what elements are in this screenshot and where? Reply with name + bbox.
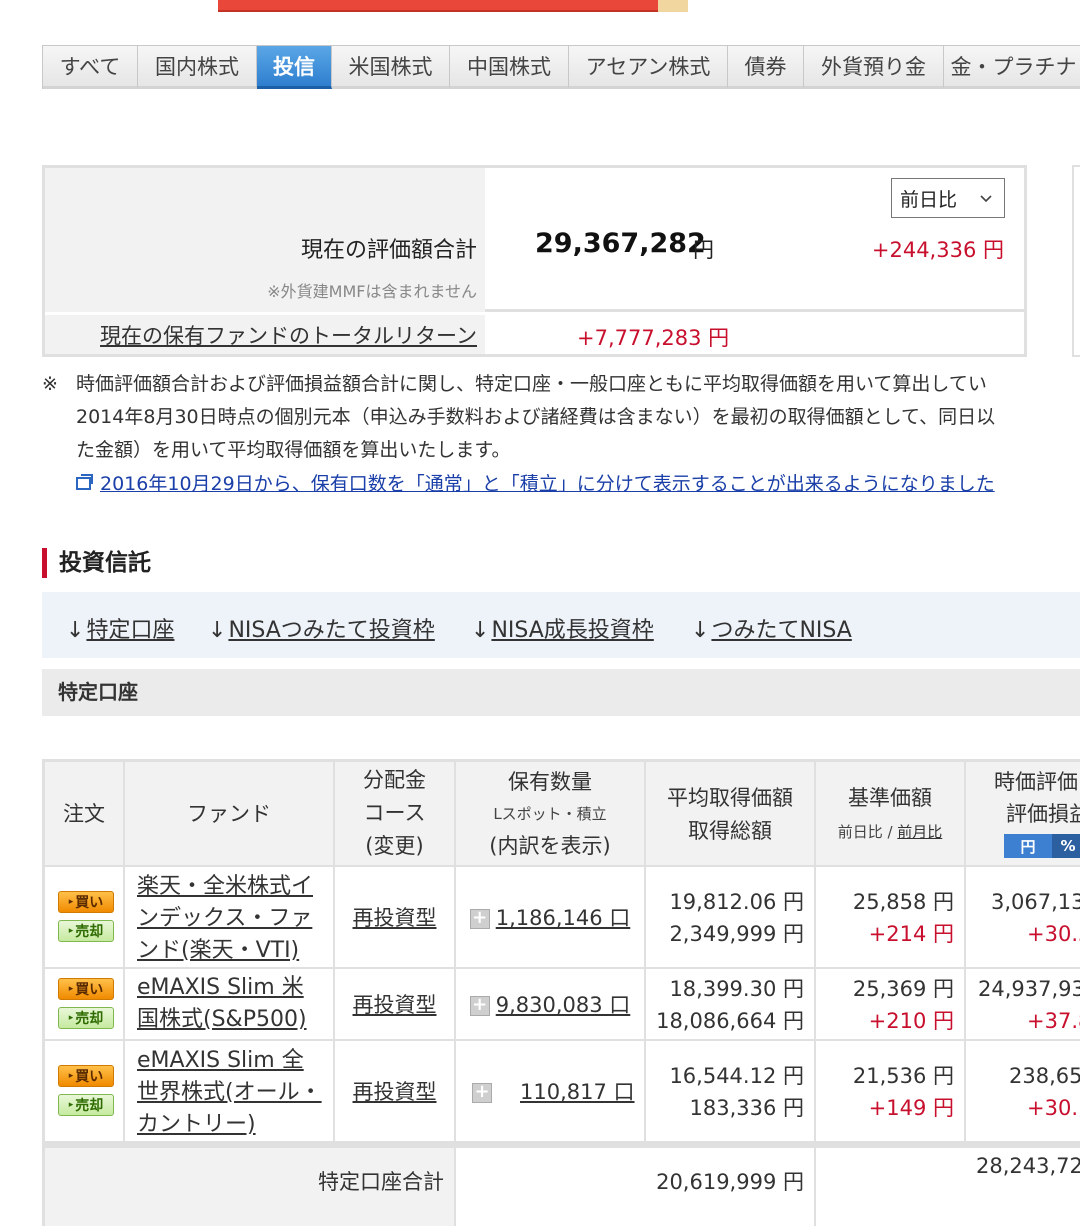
table-row-3-order: ▸ 買い ▸ 売却 bbox=[45, 1041, 125, 1143]
total-valuation-value: 29,367,282 bbox=[535, 228, 706, 259]
anchor-tsumitate-nisa[interactable]: ↓つみたてNISA bbox=[691, 612, 852, 644]
anchor-nisa-tsumitate[interactable]: ↓NISAつみたて投資枠 bbox=[208, 612, 435, 644]
buy-button[interactable]: ▸ 買い bbox=[58, 978, 114, 1000]
tab-gold-platinum[interactable]: 金・プラチナ bbox=[944, 46, 1080, 89]
table-row-3-avg: 16,544.12 円 183,336 円 bbox=[646, 1041, 816, 1143]
tab-investment-trusts[interactable]: 投信 bbox=[257, 46, 332, 89]
anchor-nisa-growth[interactable]: ↓NISA成長投資枠 bbox=[471, 612, 654, 644]
anchor-tokutei[interactable]: ↓特定口座 bbox=[66, 612, 174, 644]
total-row-cost: 20,619,999 円 bbox=[656, 1170, 804, 1194]
total-return-link[interactable]: 現在の保有ファンドのトータルリターン bbox=[100, 320, 477, 350]
table-row-1-valuation: 3,067,13 +30.5 bbox=[966, 867, 1080, 969]
tab-china-stocks[interactable]: 中国株式 bbox=[450, 46, 569, 89]
table-row-1-fund: 楽天・全米株式インデックス・ファンド(楽天・VTI) bbox=[125, 867, 335, 969]
yen-percent-toggle[interactable]: 円 % bbox=[1004, 834, 1080, 858]
note-line-2: 2014年8月30日時点の個別元本（申込み手数料および諸経費は含まない）を最初の… bbox=[76, 406, 996, 428]
total-row-value: 28,243,72 bbox=[976, 1154, 1080, 1178]
asset-tabs: すべて 国内株式 投信 米国株式 中国株式 アセアン株式 債券 外貨預り金 金・… bbox=[42, 45, 1080, 89]
expand-plus-icon[interactable]: + bbox=[472, 1083, 492, 1103]
tab-asean-stocks[interactable]: アセアン株式 bbox=[569, 46, 728, 89]
total-row-label-cell: 特定口座合計 bbox=[45, 1148, 456, 1226]
total-return-value: +7,777,283 円 bbox=[577, 326, 730, 350]
account-subheader: 特定口座 bbox=[42, 669, 1080, 716]
toggle-percent[interactable]: % bbox=[1052, 834, 1080, 858]
tab-us-stocks[interactable]: 米国株式 bbox=[332, 46, 450, 89]
valuation-summary: 現在の評価額合計 ※外貨建MMFは含まれません 29,367,282 円 前日比… bbox=[42, 165, 1027, 357]
compare-period-select[interactable]: 前日比 bbox=[891, 178, 1005, 218]
compare-period-value: 前日比 bbox=[900, 188, 958, 211]
table-row-3-course: 再投資型 bbox=[335, 1041, 456, 1143]
table-row-2-valuation: 24,937,93 +37.8 bbox=[966, 969, 1080, 1041]
table-row-3-qty: +110,817 口 bbox=[456, 1041, 646, 1143]
table-row-2-order: ▸ 買い ▸ 売却 bbox=[45, 969, 125, 1041]
qty-link[interactable]: 110,817 口 bbox=[520, 1080, 635, 1104]
toggle-yen[interactable]: 円 bbox=[1004, 834, 1052, 858]
total-valuation-label: 現在の評価額合計 bbox=[300, 238, 477, 263]
header-base-price: 基準価額 前日比 / 前月比 bbox=[816, 762, 966, 867]
header-valuation: 時価評価 評価損益 円 % bbox=[966, 762, 1080, 867]
top-banner[interactable] bbox=[218, 0, 688, 12]
buy-button[interactable]: ▸ 買い bbox=[58, 891, 114, 913]
show-breakdown-link[interactable]: (内訳を表示) bbox=[456, 830, 644, 862]
header-quantity: 保有数量 Lスポット・積立 (内訳を表示) bbox=[456, 762, 646, 867]
sell-button[interactable]: ▸ 売却 bbox=[58, 1094, 114, 1116]
table-row-1-order: ▸ 買い ▸ 売却 bbox=[45, 867, 125, 969]
fund-name-link[interactable]: 楽天・全米株式インデックス・ファンド(楽天・VTI) bbox=[137, 871, 325, 967]
fund-name-link[interactable]: eMAXIS Slim 米国株式(S&P500) bbox=[137, 972, 325, 1036]
sell-button[interactable]: ▸ 売却 bbox=[58, 1007, 114, 1029]
fund-name-link[interactable]: eMAXIS Slim 全世界株式(オール・カントリー) bbox=[137, 1045, 325, 1141]
table-row-1-avg: 19,812.06 円 2,349,999 円 bbox=[646, 867, 816, 969]
table-row-1-base: 25,858 円 +214 円 bbox=[816, 867, 966, 969]
table-row-2-qty: +9,830,083 口 bbox=[456, 969, 646, 1041]
display-split-notice-link[interactable]: 2016年10月29日から、保有口数を「通常」と「積立」に分けて表示することが出… bbox=[100, 468, 995, 502]
total-row-label: 特定口座合計 bbox=[318, 1170, 444, 1194]
table-row-2-fund: eMAXIS Slim 米国株式(S&P500) bbox=[125, 969, 335, 1041]
header-fund: ファンド bbox=[125, 762, 335, 867]
header-avg-price: 平均取得価額 取得総額 bbox=[646, 762, 816, 867]
total-row-cost-cell: 20,619,999 円 bbox=[456, 1148, 816, 1226]
table-row-1-qty: +1,186,146 口 bbox=[456, 867, 646, 969]
table-row-3-fund: eMAXIS Slim 全世界株式(オール・カントリー) bbox=[125, 1041, 335, 1143]
table-row-3-base: 21,536 円 +149 円 bbox=[816, 1041, 966, 1143]
sell-button[interactable]: ▸ 売却 bbox=[58, 920, 114, 942]
tab-bonds[interactable]: 債券 bbox=[728, 46, 804, 89]
account-anchor-nav: ↓特定口座 ↓NISAつみたて投資枠 ↓NISA成長投資枠 ↓つみたてNISA bbox=[42, 592, 1080, 658]
total-row-value-cell: 28,243,72 bbox=[816, 1148, 1080, 1226]
side-panel-edge bbox=[1072, 165, 1080, 357]
external-window-icon bbox=[76, 474, 93, 490]
tab-domestic-stocks[interactable]: 国内株式 bbox=[138, 46, 257, 89]
note-mark: ※ bbox=[42, 373, 58, 395]
tab-fx-deposits[interactable]: 外貨預り金 bbox=[804, 46, 944, 89]
note-line-1: 時価評価額合計および評価損益額合計に関し、特定口座・一般口座ともに平均取得価額を… bbox=[76, 373, 987, 395]
expand-plus-icon[interactable]: + bbox=[469, 909, 490, 929]
qty-link[interactable]: 1,186,146 口 bbox=[496, 906, 631, 930]
buy-button[interactable]: ▸ 買い bbox=[58, 1065, 114, 1087]
calculation-notes: ※ 時価評価額合計および評価損益額合計に関し、特定口座・一般口座ともに平均取得価… bbox=[42, 368, 1080, 503]
table-row-1-course: 再投資型 bbox=[335, 867, 456, 969]
table-row-2-base: 25,369 円 +210 円 bbox=[816, 969, 966, 1041]
mmf-note: ※外貨建MMFは含まれません bbox=[267, 282, 477, 301]
qty-link[interactable]: 9,830,083 口 bbox=[496, 993, 631, 1017]
daily-change-value: +244,336 円 bbox=[871, 238, 1004, 262]
expand-plus-icon[interactable]: + bbox=[469, 996, 490, 1016]
course-link[interactable]: 再投資型 bbox=[353, 906, 437, 930]
note-line-3: た金額）を用いて平均取得価額を算出いたします。 bbox=[76, 439, 511, 461]
table-row-2-course: 再投資型 bbox=[335, 969, 456, 1041]
course-link[interactable]: 再投資型 bbox=[353, 993, 437, 1017]
section-title: 投資信託 bbox=[42, 548, 151, 578]
chevron-down-icon bbox=[980, 195, 992, 203]
header-order: 注文 bbox=[45, 762, 125, 867]
table-row-2-avg: 18,399.30 円 18,086,664 円 bbox=[646, 969, 816, 1041]
course-link[interactable]: 再投資型 bbox=[353, 1080, 437, 1104]
prev-month-link[interactable]: 前月比 bbox=[897, 823, 942, 841]
header-distribution: 分配金 コース (変更) bbox=[335, 762, 456, 867]
tab-all[interactable]: すべて bbox=[43, 46, 138, 89]
yen-unit: 円 bbox=[693, 238, 714, 262]
table-row-3-valuation: 238,65 +30.1 bbox=[966, 1041, 1080, 1143]
